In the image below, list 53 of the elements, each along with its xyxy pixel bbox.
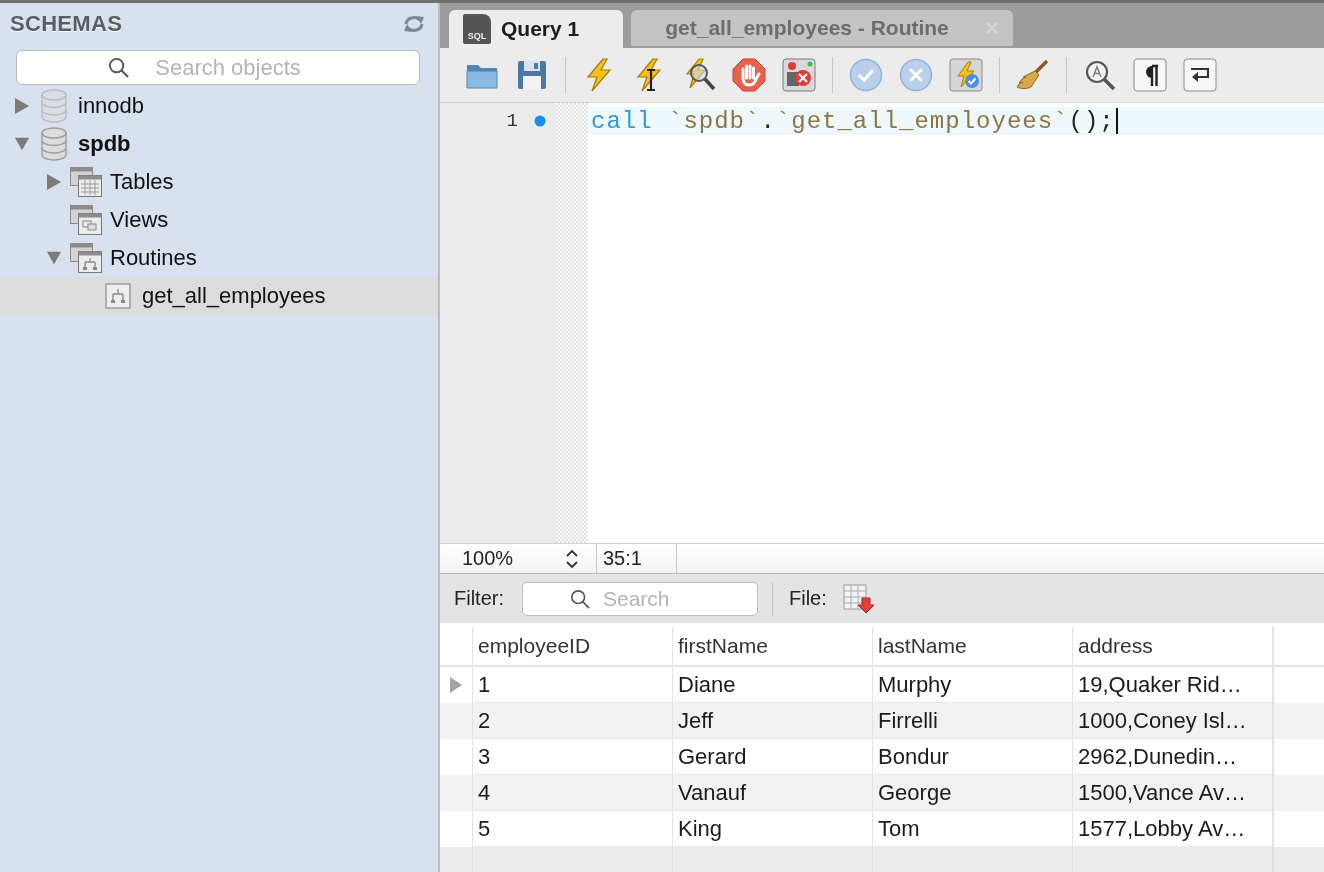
- tree-item[interactable]: spdb: [0, 125, 438, 163]
- table-cell: Firrelli: [873, 703, 1073, 739]
- database-icon: [41, 127, 67, 161]
- zoom-control[interactable]: 100%: [440, 544, 597, 573]
- tree-item[interactable]: Routines: [0, 239, 438, 277]
- filter-field[interactable]: Search: [522, 581, 758, 616]
- grid-arrow-icon[interactable]: [842, 583, 877, 614]
- check-circle-icon[interactable]: [849, 58, 883, 92]
- collapsed-arrow-icon[interactable]: [46, 173, 62, 191]
- tab[interactable]: SQL Query 1: [449, 10, 624, 48]
- stop-hand-icon[interactable]: [732, 58, 766, 92]
- pilcrow-icon[interactable]: [1133, 58, 1167, 92]
- save-icon[interactable]: [515, 58, 549, 92]
- crossed-square-icon[interactable]: [782, 58, 816, 92]
- routine-stack-icon: [70, 243, 102, 273]
- table-stack-icon: [70, 167, 102, 197]
- column-header[interactable]: employeeID: [473, 627, 673, 665]
- table-cell: Vanauf: [673, 775, 873, 811]
- line-number: 1: [506, 110, 518, 132]
- column-header[interactable]: lastName: [873, 627, 1073, 665]
- lightning-check-icon[interactable]: [949, 58, 983, 92]
- column-header[interactable]: firstName: [673, 627, 873, 665]
- table-cell: Jeff: [673, 703, 873, 739]
- sql-file-icon: SQL: [463, 14, 491, 44]
- tree-item[interactable]: Views: [0, 201, 438, 239]
- tree-item[interactable]: get_all_employees: [0, 277, 438, 315]
- collapsed-arrow-icon[interactable]: [14, 97, 30, 115]
- column-header[interactable]: address: [1073, 627, 1273, 665]
- code-editor[interactable]: call `spdb`.`get_all_employees`();: [588, 103, 1324, 543]
- search-icon[interactable]: [1083, 58, 1117, 92]
- cursor-position: 35:1: [597, 544, 677, 573]
- file-label: File:: [789, 587, 827, 610]
- search-icon: [108, 57, 129, 78]
- database-icon: [41, 89, 67, 123]
- expanded-arrow-icon[interactable]: [46, 250, 62, 266]
- table-cell: 1000,Coney Isl…: [1073, 703, 1273, 739]
- expanded-arrow-icon[interactable]: [14, 136, 30, 152]
- stepper-icon[interactable]: [565, 547, 579, 570]
- sidebar-title: SCHEMAS: [10, 10, 123, 37]
- filter-label: Filter:: [454, 587, 504, 610]
- broom-icon[interactable]: [1016, 58, 1050, 92]
- cross-circle-icon[interactable]: [899, 58, 933, 92]
- search-icon: [570, 588, 590, 609]
- refresh-icon[interactable]: [402, 13, 426, 34]
- tree-item[interactable]: Tables: [0, 163, 438, 201]
- table-cell: 1500,Vance Av…: [1073, 775, 1273, 811]
- routine-icon: [105, 283, 131, 309]
- table-cell: 4: [473, 775, 673, 811]
- tree-item[interactable]: innodb: [0, 87, 438, 125]
- search-field[interactable]: Search objects: [16, 50, 420, 85]
- table-cell: George: [873, 775, 1073, 811]
- view-stack-icon: [70, 205, 102, 235]
- table-cell: 2: [473, 703, 673, 739]
